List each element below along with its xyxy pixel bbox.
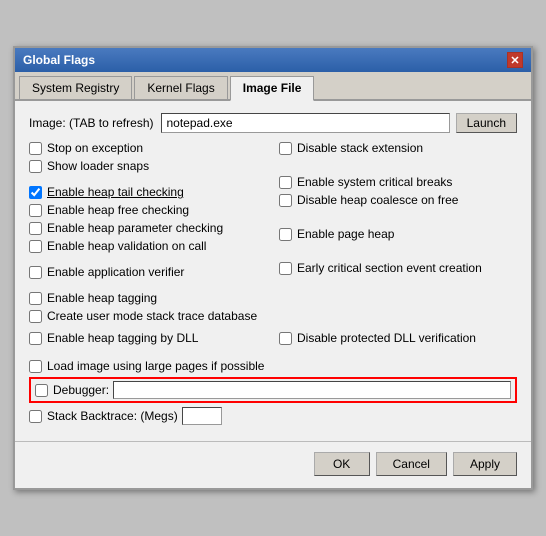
load-large-checkbox[interactable] — [29, 360, 42, 373]
title-bar: Global Flags ✕ — [15, 48, 531, 72]
enable-page-heap-label[interactable]: Enable page heap — [297, 227, 394, 241]
checkbox-heap-free: Enable heap free checking — [29, 203, 267, 217]
user-mode-stack-checkbox[interactable] — [29, 310, 42, 323]
stack-backtrace-row: Stack Backtrace: (Megs) — [29, 407, 517, 425]
disable-coalesce-checkbox[interactable] — [279, 194, 292, 207]
early-critical-label[interactable]: Early critical section event creation — [297, 261, 482, 275]
heap-valid-checkbox[interactable] — [29, 240, 42, 253]
global-flags-window: Global Flags ✕ System Registry Kernel Fl… — [13, 46, 533, 490]
user-mode-stack-label[interactable]: Create user mode stack trace database — [47, 309, 257, 323]
checkbox-heap-param: Enable heap parameter checking — [29, 221, 267, 235]
early-critical-checkbox[interactable] — [279, 262, 292, 275]
image-label: Image: (TAB to refresh) — [29, 116, 153, 130]
left-column: Stop on exception Show loader snaps Enab… — [29, 141, 273, 327]
heap-valid-label[interactable]: Enable heap validation on call — [47, 239, 206, 253]
stop-exception-checkbox[interactable] — [29, 142, 42, 155]
heap-param-checkbox[interactable] — [29, 222, 42, 235]
stack-backtrace-input[interactable] — [182, 407, 222, 425]
heap-tag-dll-label[interactable]: Enable heap tagging by DLL — [47, 331, 198, 345]
disable-coalesce-label[interactable]: Disable heap coalesce on free — [297, 193, 458, 207]
checkbox-heap-tag-dll: Enable heap tagging by DLL — [29, 331, 267, 345]
debugger-row: Debugger: — [29, 377, 517, 403]
close-button[interactable]: ✕ — [507, 52, 523, 68]
image-input[interactable] — [161, 113, 449, 133]
image-row: Image: (TAB to refresh) Launch — [29, 113, 517, 133]
heap-tagging-label[interactable]: Enable heap tagging — [47, 291, 157, 305]
heap-free-checkbox[interactable] — [29, 204, 42, 217]
enable-page-heap-checkbox[interactable] — [279, 228, 292, 241]
checkbox-load-large: Load image using large pages if possible — [29, 359, 517, 373]
checkbox-early-critical: Early critical section event creation — [279, 261, 517, 275]
heap-tail-label[interactable]: Enable heap tail checking — [47, 185, 184, 199]
checkbox-heap-tagging: Enable heap tagging — [29, 291, 267, 305]
checkbox-user-mode-stack: Create user mode stack trace database — [29, 309, 267, 323]
cancel-button[interactable]: Cancel — [376, 452, 447, 476]
ok-button[interactable]: OK — [314, 452, 370, 476]
heap-free-label[interactable]: Enable heap free checking — [47, 203, 189, 217]
heap-tag-dll-checkbox[interactable] — [29, 332, 42, 345]
checkbox-disable-stack: Disable stack extension — [279, 141, 517, 155]
tab-bar: System Registry Kernel Flags Image File — [15, 72, 531, 101]
lower-left-col: Enable heap tagging by DLL — [29, 331, 273, 349]
heap-param-label[interactable]: Enable heap parameter checking — [47, 221, 223, 235]
checkbox-disable-dll: Disable protected DLL verification — [279, 331, 517, 345]
options-area: Stop on exception Show loader snaps Enab… — [29, 141, 517, 327]
checkbox-heap-tail: Enable heap tail checking — [29, 185, 267, 199]
sys-critical-label[interactable]: Enable system critical breaks — [297, 175, 452, 189]
disable-stack-checkbox[interactable] — [279, 142, 292, 155]
lower-right-col: Disable protected DLL verification — [273, 331, 517, 349]
checkbox-stop-exception: Stop on exception — [29, 141, 267, 155]
sys-critical-checkbox[interactable] — [279, 176, 292, 189]
disable-dll-label[interactable]: Disable protected DLL verification — [297, 331, 476, 345]
tab-image-file[interactable]: Image File — [230, 76, 315, 101]
heap-tail-checkbox[interactable] — [29, 186, 42, 199]
apply-button[interactable]: Apply — [453, 452, 517, 476]
checkbox-disable-coalesce: Disable heap coalesce on free — [279, 193, 517, 207]
stack-backtrace-checkbox[interactable] — [29, 410, 42, 423]
debugger-checkbox[interactable] — [35, 384, 48, 397]
checkbox-app-verifier: Enable application verifier — [29, 265, 267, 279]
checkbox-sys-critical: Enable system critical breaks — [279, 175, 517, 189]
footer: OK Cancel Apply — [15, 441, 531, 488]
tab-kernel-flags[interactable]: Kernel Flags — [134, 76, 227, 99]
debugger-label[interactable]: Debugger: — [53, 383, 109, 397]
tab-system-registry[interactable]: System Registry — [19, 76, 132, 99]
load-large-label[interactable]: Load image using large pages if possible — [47, 359, 264, 373]
launch-button[interactable]: Launch — [456, 113, 517, 133]
bottom-section: Load image using large pages if possible… — [29, 353, 517, 425]
checkbox-enable-page-heap: Enable page heap — [279, 227, 517, 241]
content-area: Image: (TAB to refresh) Launch Stop on e… — [15, 101, 531, 441]
window-title: Global Flags — [23, 53, 95, 67]
disable-dll-checkbox[interactable] — [279, 332, 292, 345]
lower-options-area: Enable heap tagging by DLL Disable prote… — [29, 331, 517, 349]
app-verifier-checkbox[interactable] — [29, 266, 42, 279]
disable-stack-label[interactable]: Disable stack extension — [297, 141, 423, 155]
debugger-input[interactable] — [113, 381, 511, 399]
stack-backtrace-label[interactable]: Stack Backtrace: (Megs) — [47, 409, 178, 423]
stop-exception-label[interactable]: Stop on exception — [47, 141, 143, 155]
right-column: Disable stack extension Enable system cr… — [273, 141, 517, 327]
heap-tagging-checkbox[interactable] — [29, 292, 42, 305]
app-verifier-label[interactable]: Enable application verifier — [47, 265, 184, 279]
checkbox-show-loader: Show loader snaps — [29, 159, 267, 173]
show-loader-checkbox[interactable] — [29, 160, 42, 173]
show-loader-label[interactable]: Show loader snaps — [47, 159, 149, 173]
checkbox-heap-valid: Enable heap validation on call — [29, 239, 267, 253]
